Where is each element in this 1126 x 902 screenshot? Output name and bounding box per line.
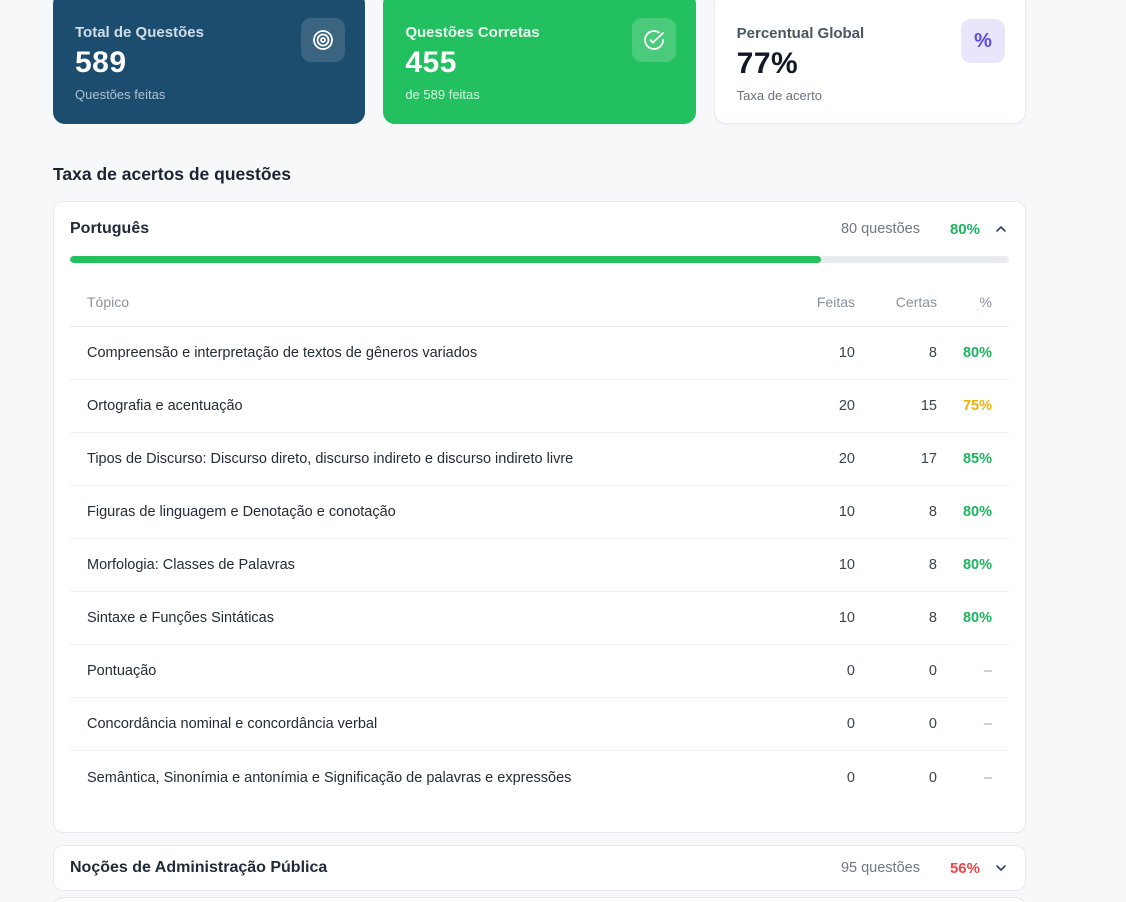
- percent-cell: 85%: [937, 451, 1009, 467]
- question-count: 80 questões: [841, 221, 920, 237]
- percent-cell: 80%: [937, 557, 1009, 573]
- percent-cell: –: [937, 716, 1009, 732]
- topic-header: Tópico: [70, 294, 783, 310]
- correct-cell: 0: [855, 716, 937, 732]
- correct-cell: 15: [855, 398, 937, 414]
- subject-name: Português: [70, 220, 149, 238]
- done-cell: 10: [783, 557, 855, 573]
- chevron-up-icon[interactable]: [993, 221, 1009, 237]
- table-row: Tipos de Discurso: Discurso direto, disc…: [70, 433, 1009, 486]
- done-cell: 0: [783, 770, 855, 786]
- table-row: Pontuação 0 0 –: [70, 645, 1009, 698]
- table-header-row: Tópico Feitas Certas %: [70, 277, 1009, 327]
- correct-header: Certas: [855, 294, 937, 310]
- topic-cell: Figuras de linguagem e Denotação e conot…: [70, 504, 783, 520]
- subject-name: Noções de Administração Pública: [70, 859, 327, 877]
- progress-fill: [70, 256, 821, 263]
- summary-card-percentual: % Percentual Global 77% Taxa de acerto: [714, 0, 1026, 124]
- subject-card-nocoes-adm-publica[interactable]: Noções de Administração Pública 95 quest…: [53, 845, 1026, 891]
- correct-cell: 8: [855, 345, 937, 361]
- percent-cell: –: [937, 663, 1009, 679]
- check-circle-icon: [632, 18, 676, 62]
- topics-table: Tópico Feitas Certas % Compreensão e int…: [70, 277, 1009, 804]
- correct-cell: 0: [855, 663, 937, 679]
- done-cell: 10: [783, 504, 855, 520]
- subject-accordion-header-portugues[interactable]: Português 80 questões 80%: [70, 202, 1009, 256]
- table-row: Ortografia e acentuação 20 15 75%: [70, 380, 1009, 433]
- done-cell: 0: [783, 716, 855, 732]
- card-subtitle: Questões feitas: [75, 87, 343, 102]
- dashboard-page: Total de Questões 589 Questões feitas Qu…: [53, 0, 1026, 902]
- correct-cell: 17: [855, 451, 937, 467]
- summary-cards: Total de Questões 589 Questões feitas Qu…: [53, 0, 1026, 124]
- table-row: Morfologia: Classes de Palavras 10 8 80%: [70, 539, 1009, 592]
- summary-card-corretas: Questões Corretas 455 de 589 feitas: [383, 0, 695, 124]
- topic-cell: Pontuação: [70, 663, 783, 679]
- table-body: Compreensão e interpretação de textos de…: [70, 327, 1009, 804]
- subject-percent: 80%: [950, 221, 980, 238]
- done-cell: 10: [783, 345, 855, 361]
- correct-cell: 8: [855, 557, 937, 573]
- done-cell: 10: [783, 610, 855, 626]
- card-subtitle: Taxa de acerto: [737, 88, 1003, 103]
- topic-cell: Tipos de Discurso: Discurso direto, disc…: [70, 451, 783, 467]
- topic-cell: Morfologia: Classes de Palavras: [70, 557, 783, 573]
- percent-cell: 80%: [937, 345, 1009, 361]
- progress-bar: [70, 256, 1009, 263]
- card-subtitle: de 589 feitas: [405, 87, 673, 102]
- next-card-partial: [53, 897, 1026, 902]
- percent-cell: 80%: [937, 504, 1009, 520]
- subject-percent: 56%: [950, 860, 980, 877]
- percent-header: %: [937, 294, 1009, 310]
- done-header: Feitas: [783, 294, 855, 310]
- topic-cell: Semântica, Sinonímia e antonímia e Signi…: [70, 770, 783, 786]
- correct-cell: 8: [855, 610, 937, 626]
- done-cell: 0: [783, 663, 855, 679]
- chevron-down-icon[interactable]: [993, 860, 1009, 876]
- topic-cell: Ortografia e acentuação: [70, 398, 783, 414]
- correct-cell: 8: [855, 504, 937, 520]
- table-row: Sintaxe e Funções Sintáticas 10 8 80%: [70, 592, 1009, 645]
- percent-icon: %: [961, 19, 1005, 63]
- correct-cell: 0: [855, 770, 937, 786]
- summary-card-total: Total de Questões 589 Questões feitas: [53, 0, 365, 124]
- topic-cell: Compreensão e interpretação de textos de…: [70, 345, 783, 361]
- table-row: Compreensão e interpretação de textos de…: [70, 327, 1009, 380]
- target-icon: [301, 18, 345, 62]
- table-row: Figuras de linguagem e Denotação e conot…: [70, 486, 1009, 539]
- percent-cell: 80%: [937, 610, 1009, 626]
- done-cell: 20: [783, 451, 855, 467]
- done-cell: 20: [783, 398, 855, 414]
- question-count: 95 questões: [841, 860, 920, 876]
- section-title: Taxa de acertos de questões: [53, 164, 1026, 185]
- table-row: Concordância nominal e concordância verb…: [70, 698, 1009, 751]
- percent-cell: 75%: [937, 398, 1009, 414]
- table-row: Semântica, Sinonímia e antonímia e Signi…: [70, 751, 1009, 804]
- percent-cell: –: [937, 770, 1009, 786]
- topic-cell: Concordância nominal e concordância verb…: [70, 716, 783, 732]
- subject-card-portugues: Português 80 questões 80% Tópico Feitas …: [53, 201, 1026, 833]
- topic-cell: Sintaxe e Funções Sintáticas: [70, 610, 783, 626]
